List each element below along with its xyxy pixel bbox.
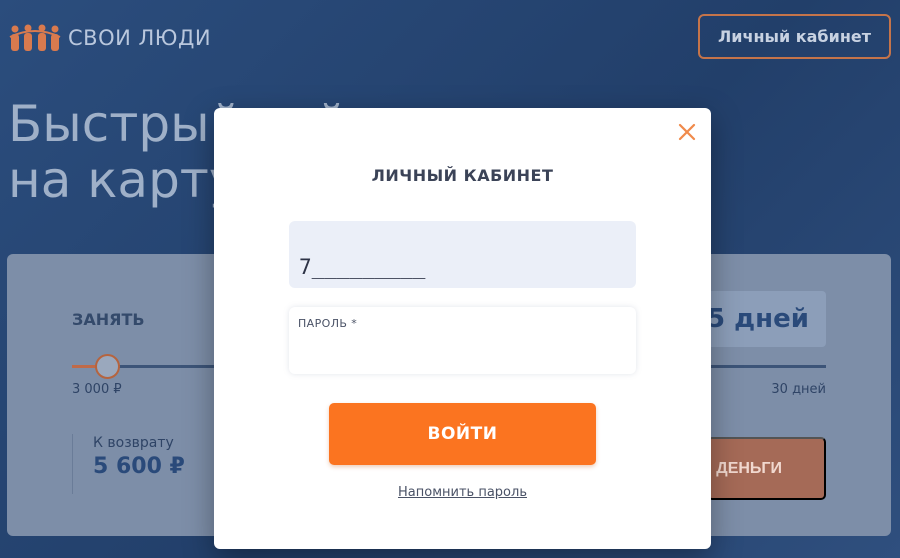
logo-text: СВОИ ЛЮДИ <box>68 26 212 50</box>
return-value: 5 600 ₽ <box>93 454 185 479</box>
amount-min-label: 3 000 ₽ <box>72 382 122 397</box>
remind-password-link[interactable]: Напомнить пароль <box>214 485 711 500</box>
return-summary: К возврату 5 600 ₽ <box>72 434 185 494</box>
login-modal: ЛИЧНЫЙ КАБИНЕТ ПАРОЛЬ * ВОЙТИ Напомнить … <box>214 108 711 549</box>
days-value[interactable]: 5 дней <box>707 291 826 347</box>
days-slider[interactable] <box>707 365 826 368</box>
phone-input[interactable] <box>299 253 619 281</box>
borrow-label: ЗАНЯТЬ <box>72 310 145 329</box>
modal-title: ЛИЧНЫЙ КАБИНЕТ <box>371 166 554 185</box>
return-label: К возврату <box>93 435 174 451</box>
password-label: ПАРОЛЬ * <box>298 317 358 330</box>
login-button[interactable]: ВОЙТИ <box>329 403 596 465</box>
phone-field[interactable] <box>289 221 636 288</box>
people-group-icon <box>9 24 61 51</box>
get-money-button[interactable]: ДЕНЬГИ <box>707 437 826 500</box>
amount-slider-thumb[interactable] <box>95 354 120 379</box>
password-input[interactable] <box>298 337 623 365</box>
close-icon[interactable] <box>676 121 698 143</box>
logo[interactable]: СВОИ ЛЮДИ <box>8 20 211 56</box>
personal-cabinet-button[interactable]: Личный кабинет <box>698 14 891 59</box>
password-field[interactable]: ПАРОЛЬ * <box>289 307 636 374</box>
days-max-label: 30 дней <box>771 382 826 397</box>
amount-slider[interactable] <box>72 354 222 379</box>
hero-title-line2: на карту <box>8 151 239 209</box>
